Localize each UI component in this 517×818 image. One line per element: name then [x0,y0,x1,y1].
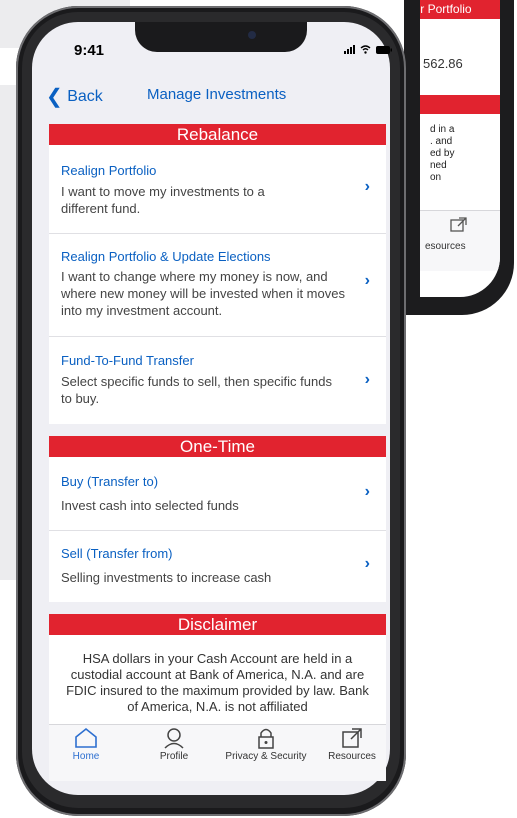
external-link-icon [342,728,362,748]
tab-profile[interactable]: Profile [147,727,201,762]
list-item-title: Fund-To-Fund Transfer [61,353,194,368]
tab-resources[interactable]: Resources [321,727,383,762]
chevron-right-icon: › [364,272,370,289]
tab-privacy-security-label: Privacy & Security [225,751,307,762]
wifi-icon [360,45,371,55]
list-item-sell[interactable]: Sell (Transfer from) Selling investments… [49,531,386,602]
section-header-disclaimer: Disclaimer [49,614,386,635]
list-item-description: Invest cash into selected funds [61,498,239,513]
back-button-label: Back [67,88,103,105]
back-phone-partial-text: d in a . and ed by ned on [430,124,455,183]
page-title: Manage Investments [147,86,287,103]
list-item-realign-portfolio-update-elections[interactable]: Realign Portfolio & Update Elections I w… [49,234,386,337]
back-phone-screen: Your Portfolio 562.86 d in a . and ed by… [420,0,500,297]
status-icons [344,42,392,56]
back-phone-tabbar: esources [420,210,500,271]
back-button[interactable]: ❮ Back [46,84,103,109]
one-time-card: Buy (Transfer to) Invest cash into selec… [49,457,386,602]
back-phone-header-label: Your Portfolio [420,2,472,16]
tab-profile-label: Profile [159,751,189,762]
battery-icon [375,45,392,54]
list-item-description: Selling investments to increase cash [61,570,272,585]
chevron-right-icon: › [364,371,370,388]
rebalance-card: Realign Portfolio I want to move my inve… [49,145,386,424]
profile-icon [164,728,184,749]
external-link-icon [450,217,467,232]
list-item-buy[interactable]: Buy (Transfer to) Invest cash into selec… [49,457,386,531]
signal-icon [344,45,355,55]
chevron-right-icon: › [364,483,370,500]
back-phone-amount: 562.86 [423,56,463,71]
list-item-title: Realign Portfolio & Update Elections [61,249,271,264]
tab-home[interactable]: Home [59,727,113,762]
notch [135,22,307,52]
list-item-title: Sell (Transfer from) [61,546,173,561]
list-item-title: Buy (Transfer to) [61,474,159,489]
disclaimer-text-box: HSA dollars in your Cash Account are hel… [49,636,386,726]
lock-icon [258,728,274,749]
chevron-right-icon: › [364,555,370,572]
back-phone-header-bar: Your Portfolio [420,0,500,19]
tab-privacy-security[interactable]: Privacy & Security [215,727,317,762]
chevron-left-icon: ❮ [46,86,63,108]
section-header-one-time: One-Time [49,436,386,457]
list-item-title: Realign Portfolio [61,163,157,178]
list-item-realign-portfolio[interactable]: Realign Portfolio I want to move my inve… [49,145,386,234]
list-item-description: I want to change where my money is now, … [61,269,345,318]
camera-dot [248,31,256,39]
back-phone-section-bar [420,95,500,114]
tab-resources-label: Resources [328,751,376,762]
list-item-fund-to-fund-transfer[interactable]: Fund-To-Fund Transfer Select specific fu… [49,337,386,424]
status-time: 9:41 [74,42,105,59]
home-icon [75,727,97,748]
chevron-right-icon: › [364,178,370,195]
section-header-rebalance: Rebalance [49,124,386,145]
tab-home-label: Home [72,751,100,762]
disclaimer-text: HSA dollars in your Cash Account are hel… [66,651,369,714]
tab-bar: Home Profile Privacy & Security Resource… [49,724,386,781]
list-item-description: Select specific funds to sell, then spec… [61,374,332,406]
list-item-description: I want to move my investments to a diffe… [61,184,265,216]
back-phone-tab-label: esources [425,241,466,252]
